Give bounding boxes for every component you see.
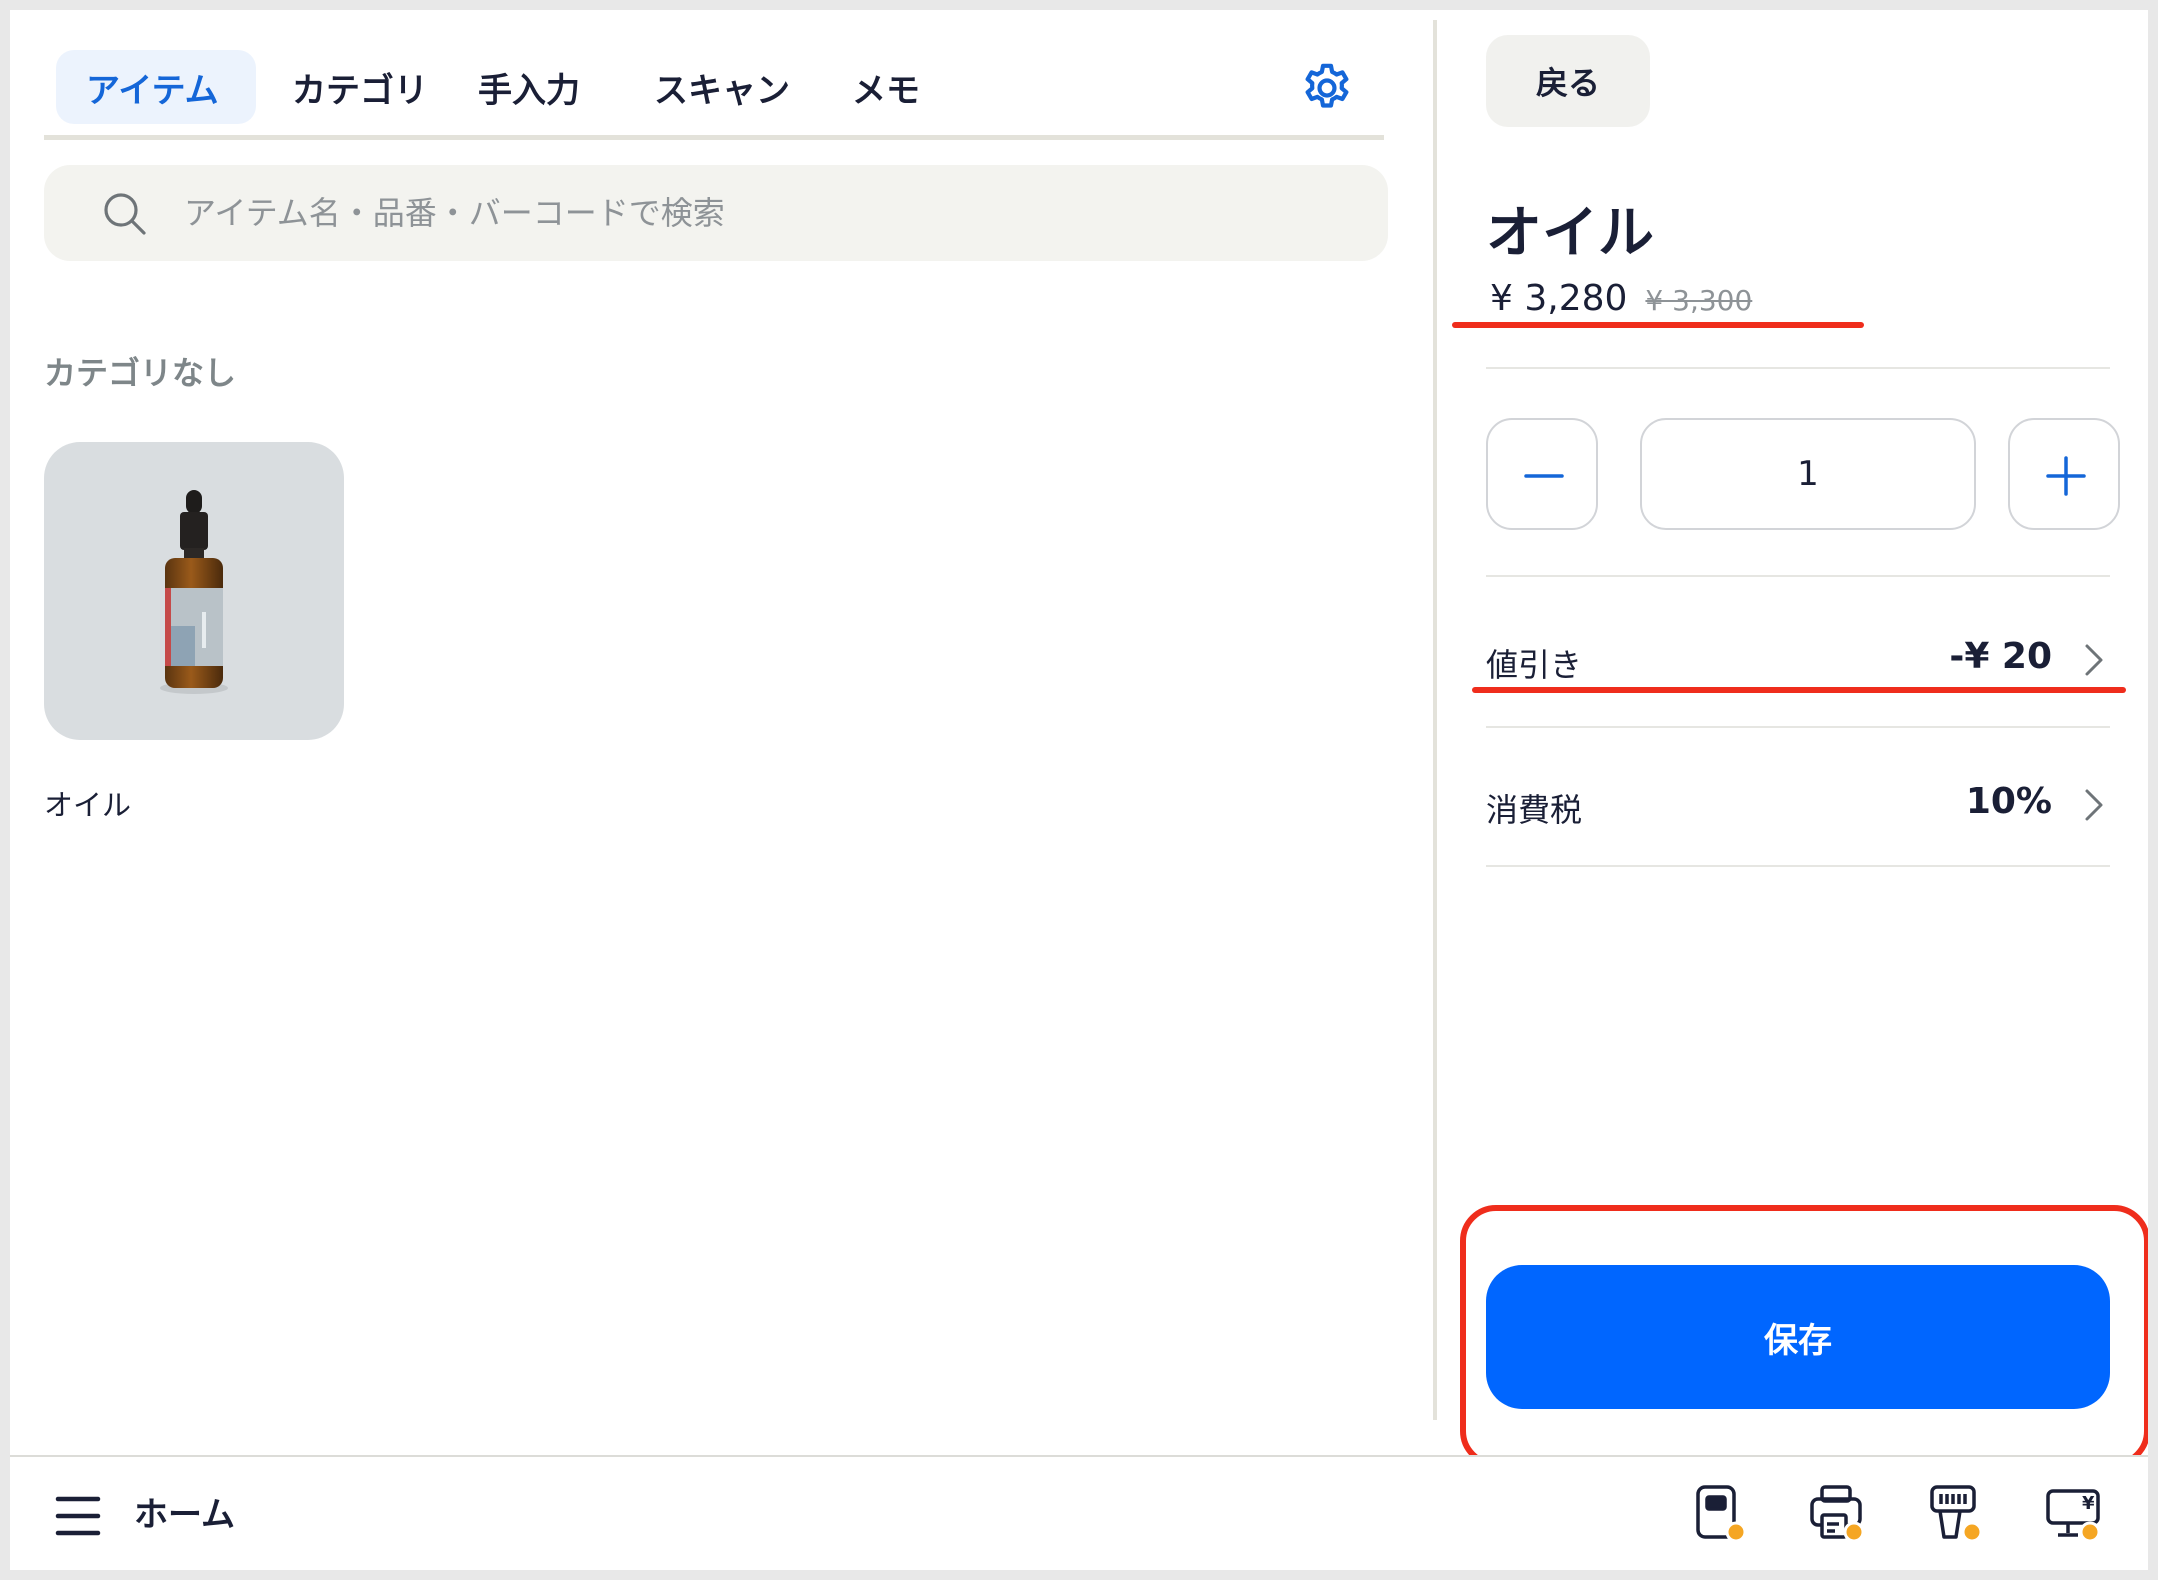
catalog-tabs: アイテム カテゴリ 手入力 スキャン メモ xyxy=(44,38,1384,140)
home-label: ホーム xyxy=(134,1495,235,1535)
tab-items[interactable]: アイテム xyxy=(56,50,256,124)
tax-label: 消費税 xyxy=(1486,791,1583,829)
search-icon xyxy=(104,193,146,235)
tax-row[interactable]: 消費税 10% xyxy=(1486,765,2110,845)
pos-screen: アイテム カテゴリ 手入力 スキャン メモ カテゴリなし xyxy=(10,10,2148,1570)
panel-divider xyxy=(1433,20,1437,1420)
svg-text:¥: ¥ xyxy=(2082,1493,2095,1514)
tab-categories[interactable]: カテゴリ xyxy=(278,50,442,124)
original-price: ¥ 3,300 xyxy=(1645,284,1753,317)
divider xyxy=(1486,726,2110,728)
tab-manual-entry[interactable]: 手入力 xyxy=(464,50,594,124)
quantity-input[interactable] xyxy=(1640,418,1976,530)
item-image xyxy=(44,442,344,740)
gear-icon[interactable] xyxy=(1299,60,1355,116)
highlight-underline-price xyxy=(1452,322,1864,328)
receipt-printer-icon[interactable] xyxy=(1808,1483,1868,1545)
menu-icon[interactable] xyxy=(54,1493,102,1539)
chevron-right-icon xyxy=(2085,789,2103,821)
back-button[interactable]: 戻る xyxy=(1486,35,1650,127)
barcode-scanner-icon[interactable] xyxy=(1926,1483,1986,1545)
plus-icon xyxy=(2046,456,2086,496)
customer-display-icon[interactable]: ¥ xyxy=(2044,1483,2104,1545)
highlight-underline-discount xyxy=(1472,687,2126,693)
chevron-right-icon xyxy=(2085,644,2103,676)
item-card[interactable]: オイル xyxy=(44,442,344,824)
item-detail-panel: 戻る オイル ¥ 3,280 ¥ 3,300 値引き -¥ 20 xyxy=(1440,10,2148,1467)
discount-label: 値引き xyxy=(1486,646,1583,684)
card-reader-icon[interactable] xyxy=(1690,1483,1750,1545)
bottom-bar: ホーム ¥ xyxy=(10,1455,2148,1570)
search-input[interactable] xyxy=(184,165,1334,261)
decrease-quantity-button[interactable] xyxy=(1486,418,1598,530)
divider xyxy=(1486,367,2110,369)
save-button[interactable]: 保存 xyxy=(1486,1265,2110,1409)
tax-value: 10% xyxy=(1965,781,2052,822)
divider xyxy=(1486,575,2110,577)
tab-scan[interactable]: スキャン xyxy=(640,50,804,124)
search-bar[interactable] xyxy=(44,165,1388,261)
tab-memo[interactable]: メモ xyxy=(838,50,934,124)
discount-value: -¥ 20 xyxy=(1949,636,2052,677)
divider xyxy=(1486,865,2110,867)
item-title: オイル xyxy=(1486,201,1654,266)
section-title-uncategorized: カテゴリなし xyxy=(44,354,237,392)
minus-icon xyxy=(1524,474,1564,478)
item-name: オイル xyxy=(44,788,132,822)
price-row: ¥ 3,280 ¥ 3,300 xyxy=(1490,278,1752,319)
increase-quantity-button[interactable] xyxy=(2008,418,2120,530)
catalog-panel: アイテム カテゴリ 手入力 スキャン メモ カテゴリなし xyxy=(10,10,1430,1455)
discounted-price: ¥ 3,280 xyxy=(1490,278,1628,319)
